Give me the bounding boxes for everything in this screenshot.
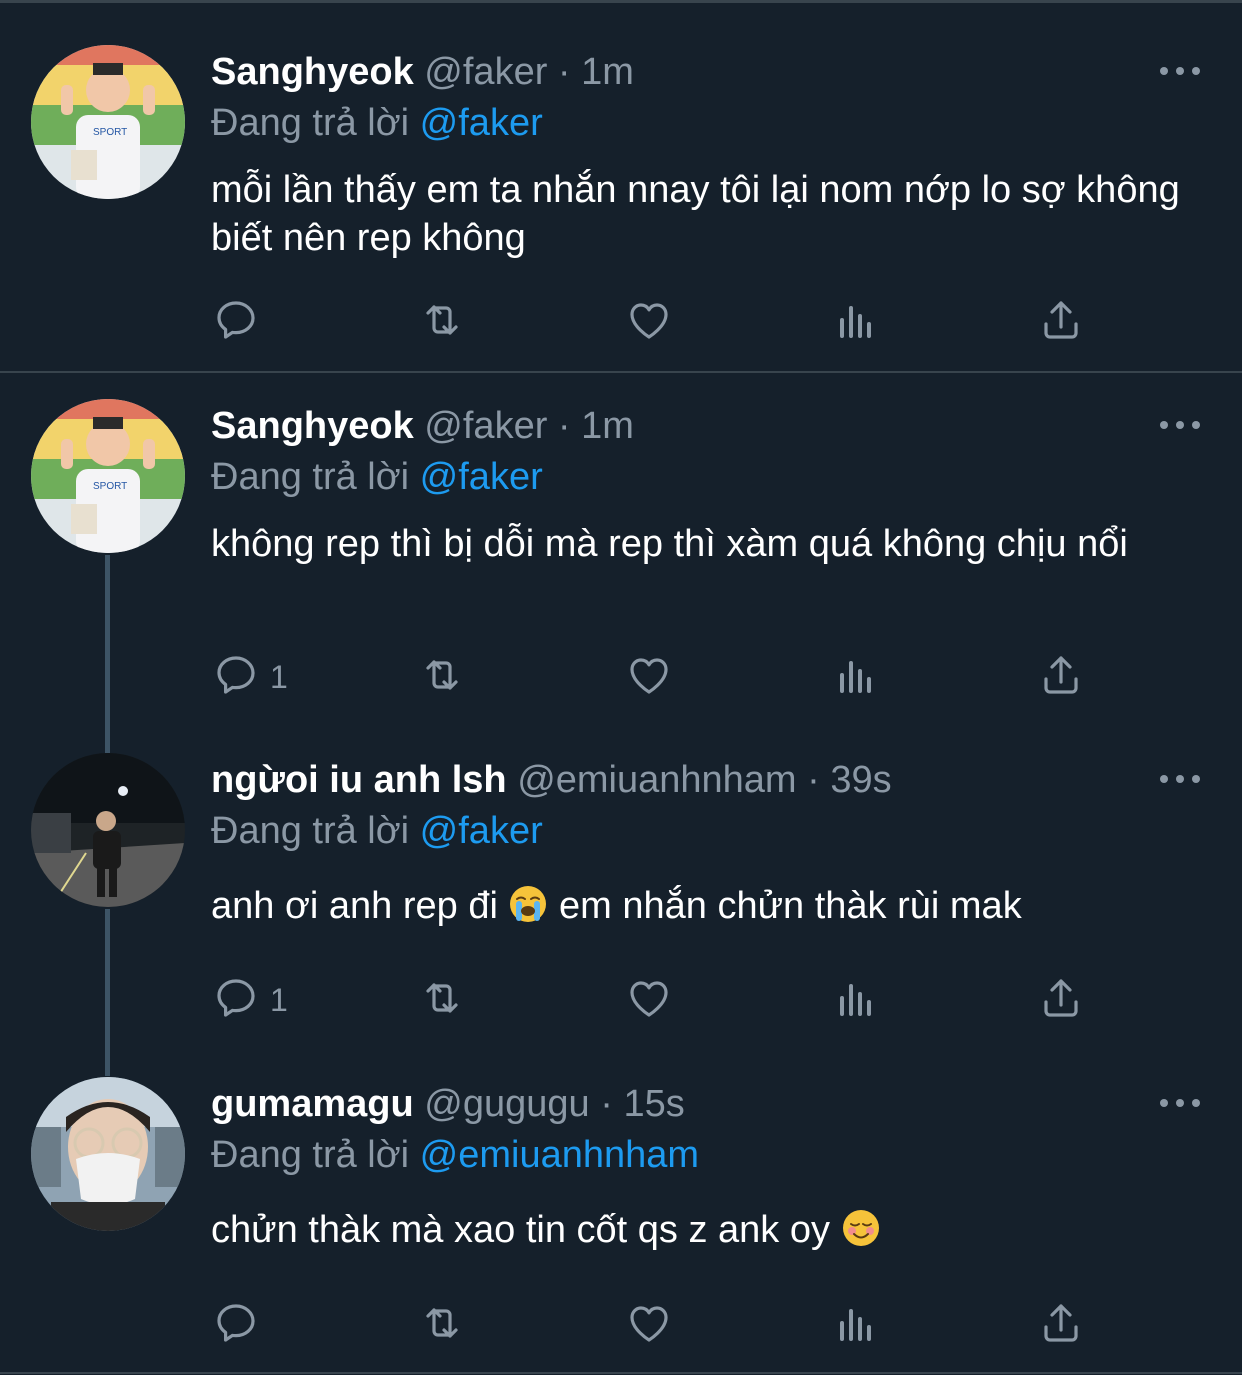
replying-prefix: Đang trả lời	[211, 456, 410, 498]
analytics-button[interactable]	[832, 1299, 880, 1351]
user-handle[interactable]: @faker	[424, 51, 547, 93]
like-icon	[625, 651, 673, 704]
tweet-text: anh ơi anh rep đi em nhắn chửn thàk rùi …	[211, 882, 1201, 936]
separator-dot: ·	[600, 1083, 613, 1125]
replying-prefix: Đang trả lời	[211, 810, 410, 852]
analytics-button[interactable]	[832, 974, 880, 1026]
like-icon	[625, 1299, 673, 1352]
tweet-text-part: chửn thàk mà xao tin cốt qs z ank oy	[211, 1209, 830, 1251]
loudly-crying-face-icon	[508, 884, 548, 936]
share-icon	[1037, 651, 1085, 704]
display-name[interactable]: Sanghyeok	[211, 51, 414, 93]
like-icon	[625, 974, 673, 1027]
replying-to: Đang trả lời @faker	[211, 100, 543, 146]
timestamp[interactable]: 1m	[581, 51, 634, 93]
tweet-header: ngừoi iu anh lsh @emiuanhnham · 39s	[211, 757, 892, 803]
like-button[interactable]	[625, 974, 673, 1026]
replying-to: Đang trả lời @faker	[211, 808, 543, 854]
retweet-button[interactable]	[418, 296, 466, 348]
display-name[interactable]: Sanghyeok	[211, 405, 414, 447]
more-icon[interactable]	[1158, 61, 1202, 81]
reply-count: 1	[270, 981, 288, 1018]
share-icon	[1037, 974, 1085, 1027]
analytics-button[interactable]	[832, 651, 880, 703]
timestamp[interactable]: 1m	[581, 405, 634, 447]
reply-button[interactable]: 1	[212, 651, 288, 703]
analytics-icon	[832, 296, 880, 349]
analytics-icon	[832, 1299, 880, 1352]
retweet-button[interactable]	[418, 1299, 466, 1351]
like-icon	[625, 296, 673, 349]
display-name[interactable]: gumamagu	[211, 1083, 414, 1125]
user-handle[interactable]: @gugugu	[424, 1083, 589, 1125]
share-icon	[1037, 296, 1085, 349]
user-handle[interactable]: @faker	[424, 405, 547, 447]
share-button[interactable]	[1037, 974, 1085, 1026]
avatar[interactable]: SPORT	[31, 399, 185, 553]
retweet-button[interactable]	[418, 974, 466, 1026]
thread-connector	[105, 909, 110, 1076]
more-icon[interactable]	[1158, 415, 1202, 435]
avatar[interactable]: SPORT	[31, 45, 185, 199]
separator-dot: ·	[807, 759, 820, 801]
tweet-header: gumamagu @gugugu · 15s	[211, 1081, 685, 1127]
replying-to: Đang trả lời @faker	[211, 454, 543, 500]
more-icon[interactable]	[1158, 1093, 1202, 1113]
retweet-icon	[418, 974, 466, 1027]
replying-prefix: Đang trả lời	[211, 102, 410, 144]
tweet-header: Sanghyeok @faker · 1m	[211, 403, 634, 449]
analytics-button[interactable]	[832, 296, 880, 348]
analytics-icon	[832, 651, 880, 704]
thread-connector	[105, 555, 110, 753]
tweet-text: mỗi lần thấy em ta nhắn nnay tôi lại nom…	[211, 169, 1180, 259]
retweet-icon	[418, 651, 466, 704]
tweet-divider	[0, 1372, 1242, 1374]
reply-button[interactable]	[212, 296, 270, 348]
separator-dot: ·	[557, 51, 571, 93]
avatar[interactable]	[31, 753, 185, 907]
tweet-header: Sanghyeok @faker · 1m	[211, 49, 634, 95]
share-button[interactable]	[1037, 651, 1085, 703]
retweet-icon	[418, 296, 466, 349]
mention-link[interactable]: @faker	[420, 456, 543, 498]
tweet-text-part: anh ơi anh rep đi	[211, 885, 498, 927]
reply-icon	[212, 974, 260, 1027]
mention-link[interactable]: @faker	[420, 810, 543, 852]
more-icon[interactable]	[1158, 769, 1202, 789]
timestamp[interactable]: 15s	[623, 1083, 684, 1125]
timestamp[interactable]: 39s	[830, 759, 891, 801]
avatar[interactable]	[31, 1077, 185, 1231]
separator-dot: ·	[557, 405, 571, 447]
reply-button[interactable]: 1	[212, 974, 288, 1026]
reply-count: 1	[270, 658, 288, 695]
like-button[interactable]	[625, 651, 673, 703]
display-name[interactable]: ngừoi iu anh lsh	[211, 759, 507, 801]
share-button[interactable]	[1037, 1299, 1085, 1351]
share-button[interactable]	[1037, 296, 1085, 348]
replying-to: Đang trả lời @emiuanhnham	[211, 1132, 699, 1178]
user-handle[interactable]: @emiuanhnham	[517, 759, 796, 801]
tweet-divider	[0, 371, 1242, 373]
svg-text:SPORT: SPORT	[93, 481, 127, 492]
reply-icon	[212, 651, 260, 704]
replying-prefix: Đang trả lời	[211, 1134, 410, 1176]
reply-icon	[212, 1299, 260, 1352]
like-button[interactable]	[625, 296, 673, 348]
top-border	[0, 0, 1242, 3]
reply-icon	[212, 296, 260, 349]
tweet-text: chửn thàk mà xao tin cốt qs z ank oy	[211, 1206, 1201, 1260]
tweet-text-part: em nhắn chửn thàk rùi mak	[559, 885, 1022, 927]
analytics-icon	[832, 974, 880, 1027]
like-button[interactable]	[625, 1299, 673, 1351]
mention-link[interactable]: @faker	[420, 102, 543, 144]
tweet-text: không rep thì bị dỗi mà rep thì xàm quá …	[211, 523, 1128, 565]
retweet-button[interactable]	[418, 651, 466, 703]
svg-text:SPORT: SPORT	[93, 127, 127, 138]
share-icon	[1037, 1299, 1085, 1352]
mention-link[interactable]: @emiuanhnham	[420, 1134, 699, 1176]
reply-button[interactable]	[212, 1299, 270, 1351]
smiling-face-icon	[841, 1208, 881, 1260]
retweet-icon	[418, 1299, 466, 1352]
